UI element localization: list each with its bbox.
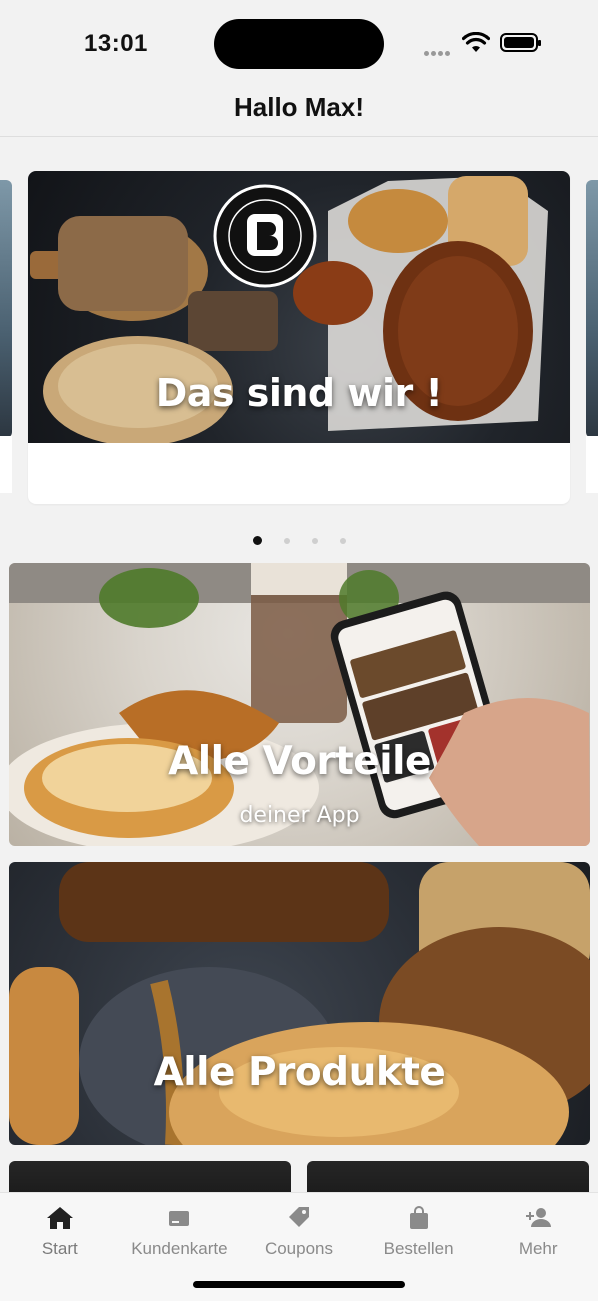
page-title: Hallo Max! bbox=[233, 92, 365, 122]
tag-icon bbox=[288, 1207, 309, 1227]
home-icon bbox=[46, 1207, 73, 1229]
tab-label: Kundenkarte bbox=[131, 1239, 228, 1258]
carousel-next-card-peek bbox=[586, 436, 598, 493]
carousel-dot[interactable] bbox=[252, 536, 262, 545]
tab-coupons[interactable]: Coupons bbox=[239, 1193, 359, 1273]
carousel-slide[interactable]: Das sind wir ! bbox=[28, 171, 570, 504]
tab-label: Mehr bbox=[518, 1239, 558, 1258]
carousel-dot[interactable] bbox=[311, 537, 318, 544]
dynamic-island bbox=[214, 19, 384, 69]
tab-label: Coupons bbox=[264, 1239, 334, 1258]
card-icon bbox=[169, 1211, 190, 1226]
carousel-prev-slide-peek[interactable] bbox=[0, 180, 12, 438]
tab-bestellen[interactable]: Bestellen bbox=[359, 1193, 479, 1273]
carousel-page-indicator[interactable] bbox=[0, 530, 598, 549]
home-indicator bbox=[193, 1281, 405, 1288]
bag-icon bbox=[409, 1206, 428, 1229]
tile-alle-produkte[interactable]: Alle Produkte bbox=[9, 862, 590, 1145]
carousel-dot[interactable] bbox=[339, 537, 346, 544]
tab-kundenkarte[interactable]: Kundenkarte bbox=[120, 1193, 240, 1273]
tab-label: Bestellen bbox=[383, 1239, 454, 1258]
tab-mehr[interactable]: Mehr bbox=[478, 1193, 598, 1273]
carousel-prev-card-peek bbox=[0, 436, 12, 493]
tile-title: Alle Produkte bbox=[153, 1050, 446, 1095]
tab-label: Start bbox=[41, 1239, 78, 1258]
tab-start[interactable]: Start bbox=[0, 1193, 120, 1273]
header-divider bbox=[0, 136, 598, 137]
battery-icon bbox=[500, 33, 541, 52]
carousel-next-slide-peek[interactable] bbox=[586, 180, 598, 438]
tile-alle-vorteile[interactable]: Alle Vorteile deiner App bbox=[9, 563, 590, 846]
carousel-dot[interactable] bbox=[283, 537, 290, 544]
status-bar: 13:01 bbox=[0, 0, 598, 88]
tile-title: Alle Vorteile bbox=[168, 739, 431, 784]
carousel-slide-title: Das sind wir ! bbox=[155, 371, 443, 415]
status-time: 13:01 bbox=[84, 30, 148, 57]
wifi-icon bbox=[462, 32, 490, 52]
bakery-bread-image: Das sind wir ! bbox=[28, 171, 570, 443]
dat-backhus-logo bbox=[213, 184, 317, 288]
add-person-icon bbox=[526, 1208, 552, 1227]
tile-subtitle: deiner App bbox=[239, 803, 360, 828]
cellular-signal-icon bbox=[424, 41, 452, 60]
